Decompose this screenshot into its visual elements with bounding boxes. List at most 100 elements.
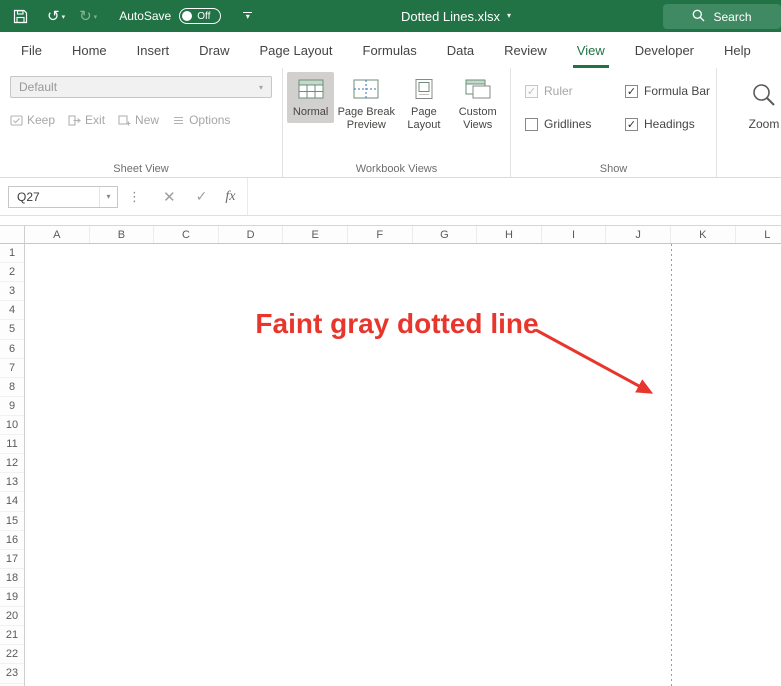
page-layout-view-button[interactable]: Page Layout	[398, 72, 449, 136]
row-header-18[interactable]: 18	[0, 569, 24, 588]
row-header-17[interactable]: 17	[0, 550, 24, 569]
keep-button[interactable]: Keep	[10, 113, 55, 127]
tab-help[interactable]: Help	[709, 32, 766, 68]
row-header-9[interactable]: 9	[0, 397, 24, 416]
page-break-preview-icon	[353, 77, 379, 101]
page-layout-label: Page Layout	[407, 106, 441, 132]
column-header-h[interactable]: H	[477, 226, 542, 243]
column-header-f[interactable]: F	[348, 226, 413, 243]
page-break-preview-label: Page Break Preview	[337, 106, 396, 132]
row-header-11[interactable]: 11	[0, 435, 24, 455]
row-header-21[interactable]: 21	[0, 626, 24, 646]
quick-access-toolbar-menu[interactable]: ▾	[243, 11, 253, 21]
row-header-10[interactable]: 10	[0, 416, 24, 436]
row-header-8[interactable]: 8	[0, 378, 24, 397]
row-header-15[interactable]: 15	[0, 512, 24, 531]
column-header-j[interactable]: J	[606, 226, 671, 243]
new-label: New	[135, 113, 160, 127]
row-header-22[interactable]: 22	[0, 645, 24, 665]
column-header-e[interactable]: E	[283, 226, 348, 243]
column-header-d[interactable]: D	[219, 226, 284, 243]
row-header-13[interactable]: 13	[0, 473, 24, 493]
column-header-l[interactable]: L	[736, 226, 781, 243]
tab-view[interactable]: View	[562, 32, 620, 68]
undo-button[interactable]: ↺ ▾	[47, 9, 65, 24]
chevron-down-icon[interactable]: ▾	[62, 12, 66, 23]
tab-page-layout[interactable]: Page Layout	[245, 32, 348, 68]
new-sheet-view-button[interactable]: New	[118, 113, 159, 127]
autosave-toggle[interactable]: Off	[179, 8, 222, 24]
chevron-down-icon[interactable]: ▾	[99, 186, 117, 207]
group-sheet-view: Default ▾ Keep Exit New Options Sheet Vi…	[0, 68, 283, 177]
keep-label: Keep	[27, 113, 56, 127]
group-zoom: Zoom	[717, 68, 781, 177]
enter-icon[interactable]: ✓	[196, 188, 208, 205]
tab-review[interactable]: Review	[489, 32, 562, 68]
tab-insert[interactable]: Insert	[122, 32, 185, 68]
search-icon	[692, 9, 705, 25]
column-header-b[interactable]: B	[90, 226, 155, 243]
group-show: ✓ Ruler ✓ Formula Bar ✓ Gridlines ✓ Head…	[511, 68, 717, 177]
zoom-button[interactable]: Zoom	[737, 76, 781, 131]
formula-input[interactable]	[247, 178, 781, 215]
group-label-show: Show	[599, 163, 628, 175]
tab-data[interactable]: Data	[432, 32, 489, 68]
name-box[interactable]: Q27 ▾	[8, 185, 118, 208]
row-header-23[interactable]: 23	[0, 664, 24, 684]
page-break-preview-button[interactable]: Page Break Preview	[334, 72, 398, 136]
tab-formulas[interactable]: Formulas	[348, 32, 432, 68]
row-header-7[interactable]: 7	[0, 359, 24, 378]
column-header-a[interactable]: A	[25, 226, 90, 243]
row-header-20[interactable]: 20	[0, 607, 24, 627]
row-header-14[interactable]: 14	[0, 492, 24, 512]
column-header-i[interactable]: I	[542, 226, 607, 243]
normal-view-label: Normal	[292, 106, 329, 118]
row-header-12[interactable]: 12	[0, 454, 24, 474]
zoom-magnifier-icon	[751, 82, 777, 111]
tab-file[interactable]: File	[6, 32, 57, 68]
chevron-down-icon: ▾	[506, 10, 512, 20]
column-header-c[interactable]: C	[154, 226, 219, 243]
autosave-state: Off	[197, 10, 211, 22]
redo-button[interactable]: ↻ ▾	[79, 9, 97, 24]
new-icon	[118, 114, 131, 125]
chevron-down-icon[interactable]: ▾	[94, 12, 98, 23]
formula-bar-checkbox[interactable]: ✓ Formula Bar	[625, 84, 710, 98]
normal-view-button[interactable]: Normal	[287, 72, 335, 124]
select-all-corner[interactable]	[0, 226, 25, 243]
gridlines-checkbox[interactable]: ✓ Gridlines	[525, 117, 609, 131]
checkbox-icon: ✓	[625, 117, 638, 131]
column-header-g[interactable]: G	[413, 226, 478, 243]
save-icon[interactable]	[12, 8, 29, 25]
row-header-6[interactable]: 6	[0, 340, 24, 359]
insert-function-icon[interactable]: fx	[225, 189, 235, 205]
formula-bar-label: Formula Bar	[644, 84, 711, 98]
search-input[interactable]: Search	[663, 4, 781, 29]
sheet-view-dropdown[interactable]: Default ▾	[10, 76, 272, 98]
ruler-checkbox[interactable]: ✓ Ruler	[525, 84, 609, 98]
ribbon-tabs: File Home Insert Draw Page Layout Formulas Dat…	[0, 32, 781, 68]
row-header-1[interactable]: 1	[0, 244, 24, 264]
tab-home[interactable]: Home	[57, 32, 122, 68]
sheet-view-options-button[interactable]: Options	[172, 113, 230, 127]
document-title[interactable]: Dotted Lines.xlsx ▾	[401, 9, 511, 24]
more-commands-icon[interactable]: ⋮	[128, 189, 141, 205]
headings-checkbox[interactable]: ✓ Headings	[625, 117, 710, 131]
row-header-2[interactable]: 2	[0, 263, 24, 283]
column-header-k[interactable]: K	[671, 226, 736, 243]
tab-draw[interactable]: Draw	[184, 32, 244, 68]
exit-button[interactable]: Exit	[68, 113, 105, 127]
custom-views-button[interactable]: Custom Views	[449, 72, 506, 136]
row-header-3[interactable]: 3	[0, 282, 24, 302]
row-header-5[interactable]: 5	[0, 320, 24, 340]
ruler-label: Ruler	[544, 84, 573, 98]
toggle-knob	[182, 11, 193, 21]
formula-bar-gap	[0, 216, 781, 226]
row-header-4[interactable]: 4	[0, 301, 24, 321]
tab-developer[interactable]: Developer	[620, 32, 709, 68]
row-header-16[interactable]: 16	[0, 531, 24, 550]
row-header-19[interactable]: 19	[0, 588, 24, 608]
search-label: Search	[713, 9, 752, 24]
cancel-icon[interactable]: ✕	[163, 188, 176, 206]
exit-icon	[68, 114, 81, 126]
